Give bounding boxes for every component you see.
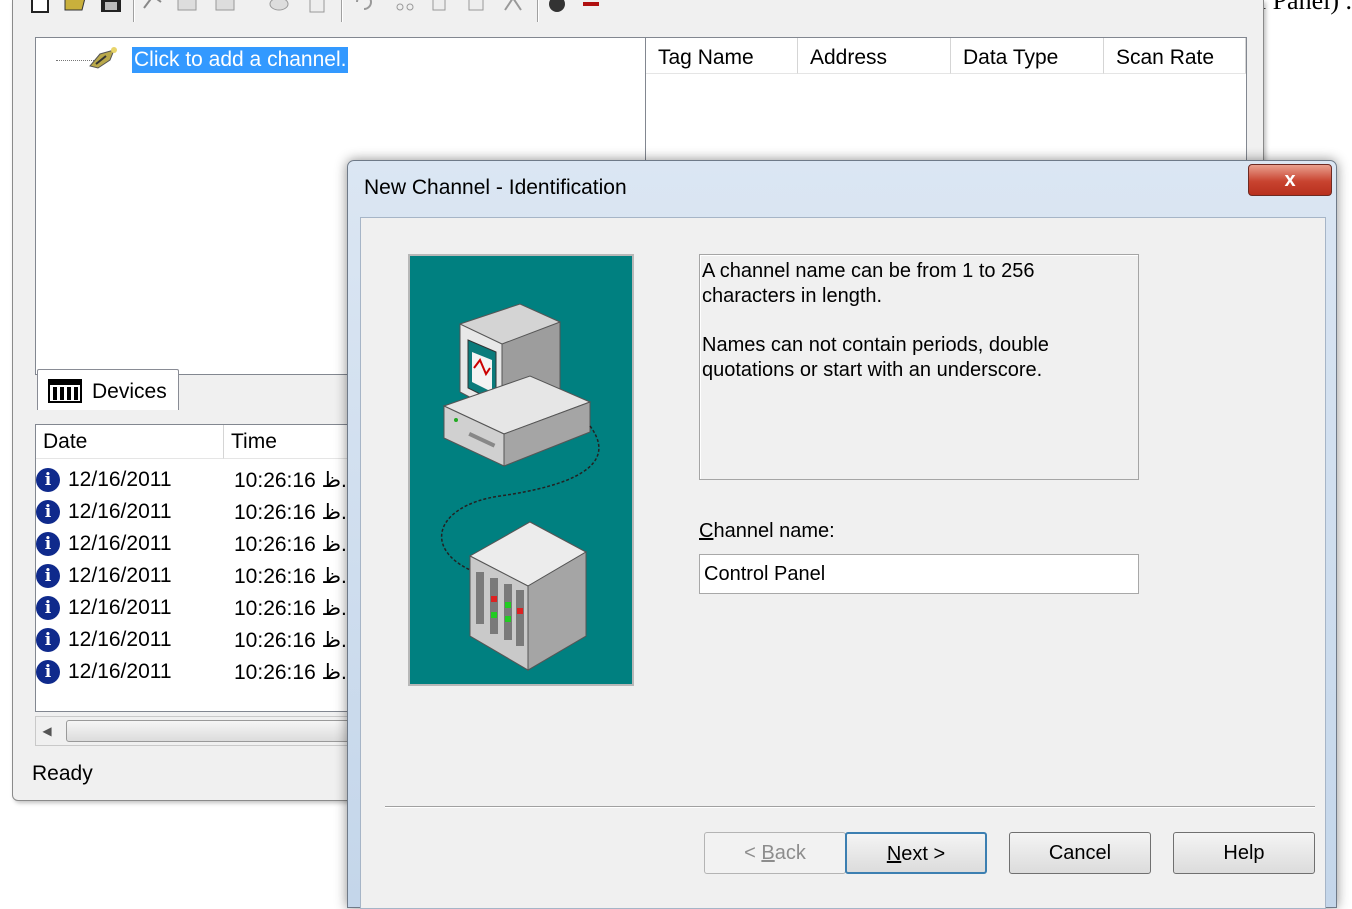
dialog-title: New Channel - Identification: [364, 176, 627, 199]
new-group-icon[interactable]: [213, 0, 237, 14]
delete-icon[interactable]: [501, 0, 525, 14]
tab-devices[interactable]: Devices: [37, 369, 179, 410]
info-icon: i: [36, 564, 60, 588]
info-icon: i: [36, 596, 60, 620]
devices-tab-label: Devices: [92, 380, 167, 403]
channel-name-input[interactable]: [699, 554, 1139, 594]
info-icon: i: [36, 660, 60, 684]
opc-icon[interactable]: [579, 0, 603, 14]
log-row[interactable]: i 12/16/2011 10:26:16 ق.ظ: [36, 497, 376, 529]
log-time: 10:26:16 ق.ظ: [234, 629, 364, 652]
quick-client-icon[interactable]: [545, 0, 569, 14]
log-date: 12/16/2011: [68, 468, 172, 491]
log-time: 10:26:16 ق.ظ: [234, 661, 364, 684]
log-time: 10:26:16 ق.ظ: [234, 501, 364, 524]
status-bar-text: Ready: [32, 762, 93, 785]
dialog-body: A channel name can be from 1 to 256 char…: [360, 217, 1326, 909]
column-date[interactable]: Date: [36, 425, 224, 459]
dialog-separator: [385, 806, 1315, 808]
scroll-thumb[interactable]: [66, 720, 378, 742]
log-date: 12/16/2011: [68, 660, 172, 683]
log-time: 10:26:16 ق.ظ: [234, 597, 364, 620]
log-date: 12/16/2011: [68, 628, 172, 651]
back-button[interactable]: < Back: [704, 832, 846, 874]
scroll-left-icon[interactable]: ◀: [36, 717, 58, 745]
close-icon: x: [1284, 169, 1296, 191]
copy-icon[interactable]: [429, 0, 453, 14]
next-button[interactable]: Next >: [845, 832, 987, 874]
log-date: 12/16/2011: [68, 564, 172, 587]
log-row[interactable]: i 12/16/2011 10:26:16 ق.ظ: [36, 593, 376, 625]
properties-icon[interactable]: [305, 0, 329, 14]
add-channel-item[interactable]: Click to add a channel.: [132, 47, 349, 73]
log-date: 12/16/2011: [68, 596, 172, 619]
save-icon[interactable]: [99, 0, 123, 14]
column-tag-name[interactable]: Tag Name: [646, 38, 798, 74]
plc-device-icon: [468, 521, 588, 671]
new-device-icon[interactable]: [175, 0, 199, 14]
column-data-type[interactable]: Data Type: [951, 38, 1104, 74]
info-icon: i: [36, 468, 60, 492]
info-icon: i: [36, 628, 60, 652]
description-rules: Names can not contain periods, double qu…: [702, 334, 1049, 381]
computer-plc-illustration: [441, 303, 600, 671]
cut-icon[interactable]: [393, 0, 417, 14]
info-icon: i: [36, 532, 60, 556]
log-time: 10:26:16 ق.ظ: [234, 565, 364, 588]
info-icon: i: [36, 500, 60, 524]
wizard-illustration: [408, 254, 634, 686]
cancel-button[interactable]: Cancel: [1009, 832, 1151, 874]
computer-icon: [442, 303, 592, 467]
log-date: 12/16/2011: [68, 532, 172, 555]
close-button[interactable]: x: [1248, 164, 1332, 196]
channel-wizard-icon: [89, 47, 117, 69]
description-length: A channel name can be from 1 to 256 char…: [702, 260, 1035, 307]
column-scan-rate[interactable]: Scan Rate: [1104, 38, 1246, 74]
toolbar: [13, 0, 1263, 32]
undo-icon[interactable]: [351, 0, 375, 14]
channel-name-label: Channel name:: [699, 520, 835, 542]
log-row[interactable]: i 12/16/2011 10:26:16 ق.ظ: [36, 465, 376, 497]
horizontal-scrollbar[interactable]: ◀: [35, 716, 378, 746]
column-address[interactable]: Address: [798, 38, 951, 74]
devices-icon: [48, 379, 82, 403]
open-folder-icon[interactable]: [63, 0, 87, 14]
log-date: 12/16/2011: [68, 500, 172, 523]
new-channel-dialog: New Channel - Identification x A channel…: [347, 160, 1337, 909]
log-row[interactable]: i 12/16/2011 10:26:16 ق.ظ: [36, 657, 376, 689]
log-row[interactable]: i 12/16/2011 10:26:16 ق.ظ: [36, 529, 376, 561]
log-time: 10:26:16 ق.ظ: [234, 469, 364, 492]
log-row[interactable]: i 12/16/2011 10:26:16 ق.ظ: [36, 625, 376, 657]
help-button[interactable]: Help: [1173, 832, 1315, 874]
paste-icon[interactable]: [465, 0, 489, 14]
new-tag-icon[interactable]: [267, 0, 291, 14]
log-row[interactable]: i 12/16/2011 10:26:16 ق.ظ: [36, 561, 376, 593]
description-box: A channel name can be from 1 to 256 char…: [699, 254, 1139, 480]
log-time: 10:26:16 ق.ظ: [234, 533, 364, 556]
event-log[interactable]: Date Time i 12/16/2011 10:26:16 ق.ظ i 12…: [35, 424, 377, 712]
new-file-icon[interactable]: [29, 0, 53, 14]
new-channel-icon[interactable]: [141, 0, 165, 14]
